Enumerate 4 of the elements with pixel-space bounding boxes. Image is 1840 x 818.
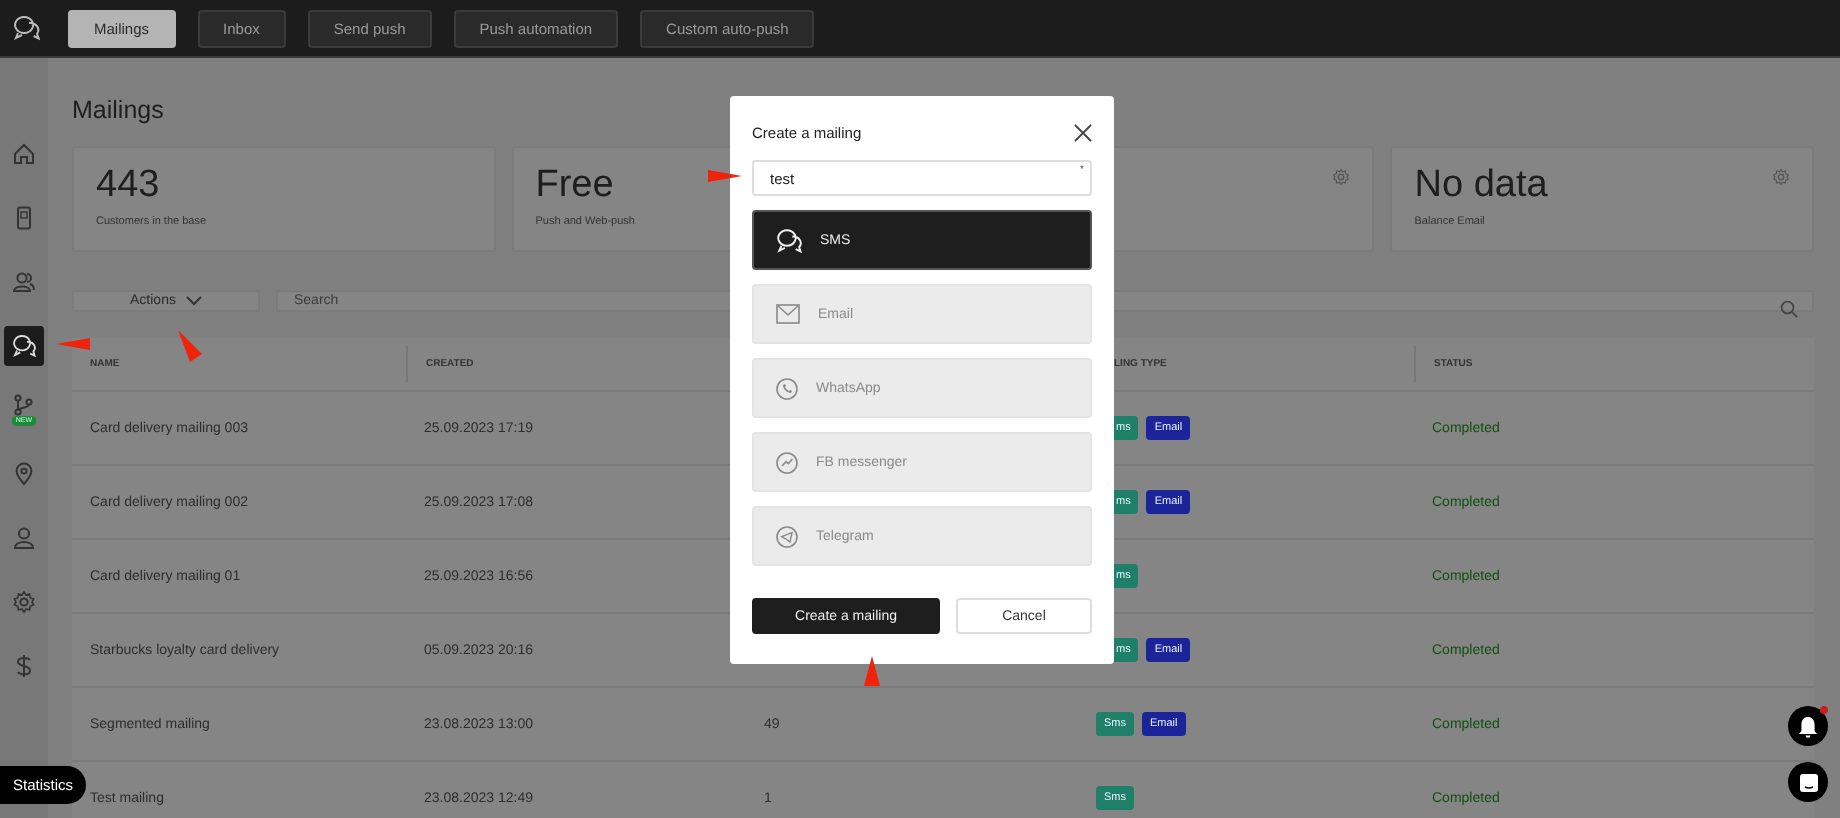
stat-value: 443: [96, 164, 162, 208]
stat-value: No data: [1414, 164, 1548, 208]
page-title: Mailings: [72, 96, 166, 126]
stat-value: Free: [535, 164, 616, 208]
